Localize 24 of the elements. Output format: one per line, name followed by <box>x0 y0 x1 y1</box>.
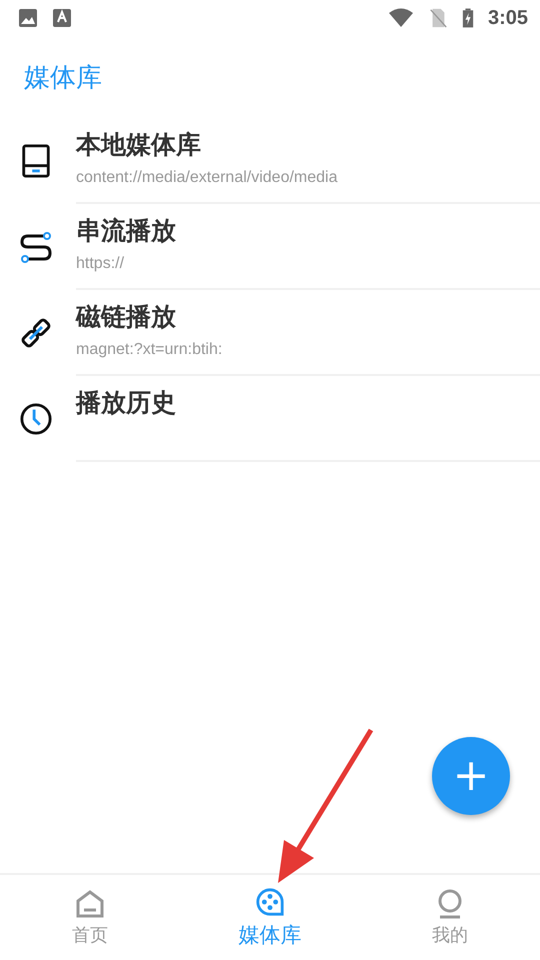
list-item[interactable]: 串流播放 https:// <box>0 204 540 290</box>
list-item[interactable]: 磁链播放 magnet:?xt=urn:btih: <box>0 290 540 376</box>
film-reel-icon <box>255 886 285 916</box>
item-title: 本地媒体库 <box>76 129 201 161</box>
image-icon <box>18 8 38 28</box>
battery-icon <box>462 7 474 29</box>
item-title: 播放历史 <box>76 387 176 419</box>
item-subtitle: magnet:?xt=urn:btih: <box>76 341 222 359</box>
clock-icon <box>20 402 52 436</box>
link-icon <box>20 316 52 350</box>
drive-icon <box>20 144 52 178</box>
page-title: 媒体库 <box>24 62 102 94</box>
wifi-icon <box>388 8 414 28</box>
item-title: 磁链播放 <box>76 301 176 333</box>
item-subtitle: content://media/external/video/media <box>76 169 338 187</box>
list-item[interactable]: 本地媒体库 content://media/external/video/media <box>0 118 540 204</box>
no-sim-icon <box>428 8 448 28</box>
route-icon <box>20 230 52 264</box>
item-title: 串流播放 <box>76 215 176 247</box>
text-icon <box>52 8 72 28</box>
home-icon <box>75 888 105 918</box>
item-subtitle: https:// <box>76 255 124 273</box>
list-item[interactable]: 播放历史 <box>0 376 540 462</box>
status-time: 3:05 <box>488 6 528 30</box>
